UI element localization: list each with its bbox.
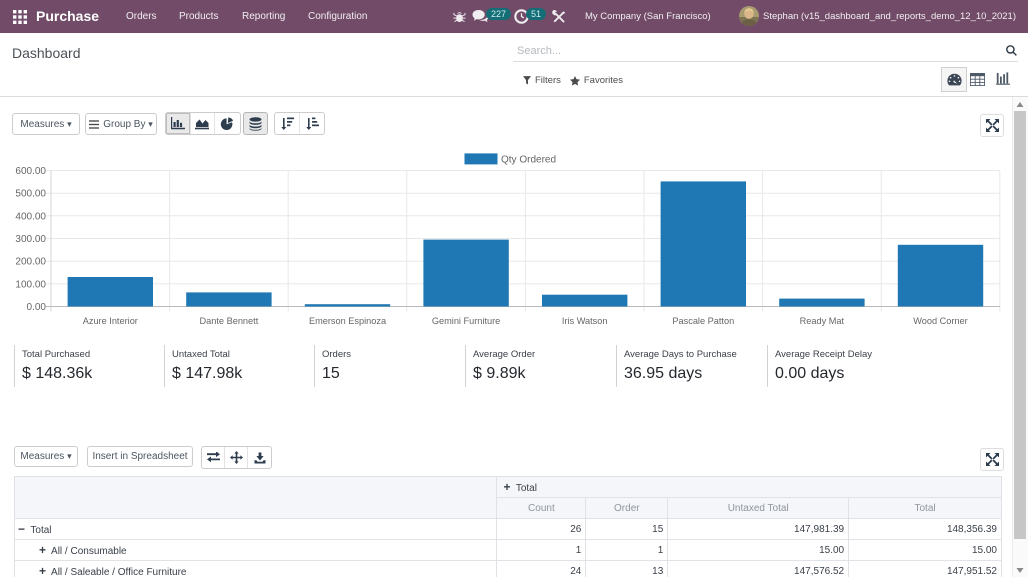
svg-text:Iris Watson: Iris Watson bbox=[562, 316, 608, 326]
svg-text:Ready Mat: Ready Mat bbox=[800, 316, 845, 326]
svg-text:200.00: 200.00 bbox=[15, 257, 46, 268]
svg-text:Emerson Espinoza: Emerson Espinoza bbox=[309, 316, 387, 326]
svg-text:Gemini Furniture: Gemini Furniture bbox=[432, 316, 500, 326]
svg-text:Pascale Patton: Pascale Patton bbox=[672, 316, 734, 326]
svg-text:100.00: 100.00 bbox=[15, 279, 46, 290]
svg-text:600.00: 600.00 bbox=[15, 166, 46, 177]
svg-text:Dante Bennett: Dante Bennett bbox=[200, 316, 259, 326]
svg-text:400.00: 400.00 bbox=[15, 211, 46, 222]
svg-text:0.00: 0.00 bbox=[27, 302, 47, 313]
svg-text:500.00: 500.00 bbox=[15, 189, 46, 200]
svg-text:Qty Ordered: Qty Ordered bbox=[501, 154, 556, 165]
svg-text:Azure Interior: Azure Interior bbox=[83, 316, 138, 326]
svg-text:Wood Corner: Wood Corner bbox=[913, 316, 967, 326]
svg-text:300.00: 300.00 bbox=[15, 234, 46, 245]
